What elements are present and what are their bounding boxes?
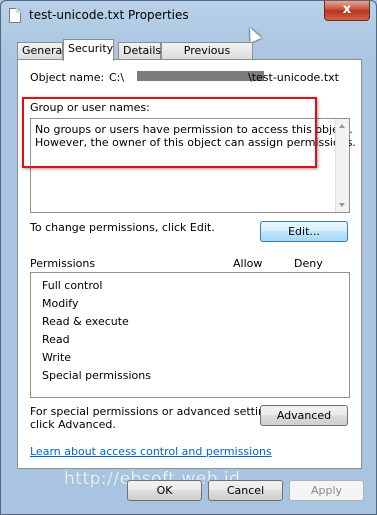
permissions-list: Full control Modify Read & execute Read … — [30, 272, 350, 398]
scroll-down-icon[interactable] — [339, 203, 345, 207]
deny-header: Deny — [294, 257, 323, 270]
ok-button[interactable]: OK — [127, 480, 202, 501]
permission-read: Read — [42, 333, 70, 346]
window-title: test-unicode.txt Properties — [29, 8, 189, 22]
close-button[interactable]: x — [324, 1, 370, 21]
tab-details[interactable]: Details — [118, 42, 161, 60]
security-panel: Object name: C:\ \test-unicode.txt Group… — [17, 59, 362, 469]
edit-button[interactable]: Edit... — [260, 221, 348, 242]
title-bar[interactable]: test-unicode.txt Properties x — [1, 1, 376, 31]
vertical-scrollbar[interactable] — [335, 119, 349, 212]
object-name-prefix: C:\ — [109, 71, 125, 84]
scroll-up-icon[interactable] — [339, 124, 345, 128]
allow-header: Allow — [233, 257, 263, 270]
annotation-highlight-box — [22, 97, 317, 168]
tab-previous-versions[interactable]: Previous Versions — [161, 42, 253, 73]
properties-window: test-unicode.txt Properties x General Se… — [0, 0, 377, 515]
permission-modify: Modify — [42, 297, 79, 310]
permissions-header: Permissions — [30, 257, 96, 270]
object-name-suffix: \test-unicode.txt — [248, 71, 339, 84]
special-permissions-text-line1: For special permissions or advanced sett… — [30, 405, 282, 418]
advanced-button[interactable]: Advanced — [260, 405, 348, 426]
learn-permissions-link[interactable]: Learn about access control and permissio… — [30, 445, 272, 458]
special-permissions-text-line2: click Advanced. — [30, 418, 116, 431]
redacted-path — [137, 71, 264, 81]
change-permissions-text: To change permissions, click Edit. — [30, 221, 215, 234]
permission-write: Write — [42, 351, 72, 364]
permission-full-control: Full control — [42, 279, 103, 292]
object-name-label: Object name: — [30, 71, 105, 84]
permission-special: Special permissions — [42, 369, 151, 382]
permission-read-execute: Read & execute — [42, 315, 129, 328]
text-file-icon — [9, 8, 21, 23]
cancel-button[interactable]: Cancel — [208, 480, 283, 501]
tab-general[interactable]: General — [17, 42, 65, 60]
apply-button[interactable]: Apply — [289, 480, 364, 501]
tab-security[interactable]: Security — [63, 39, 114, 61]
